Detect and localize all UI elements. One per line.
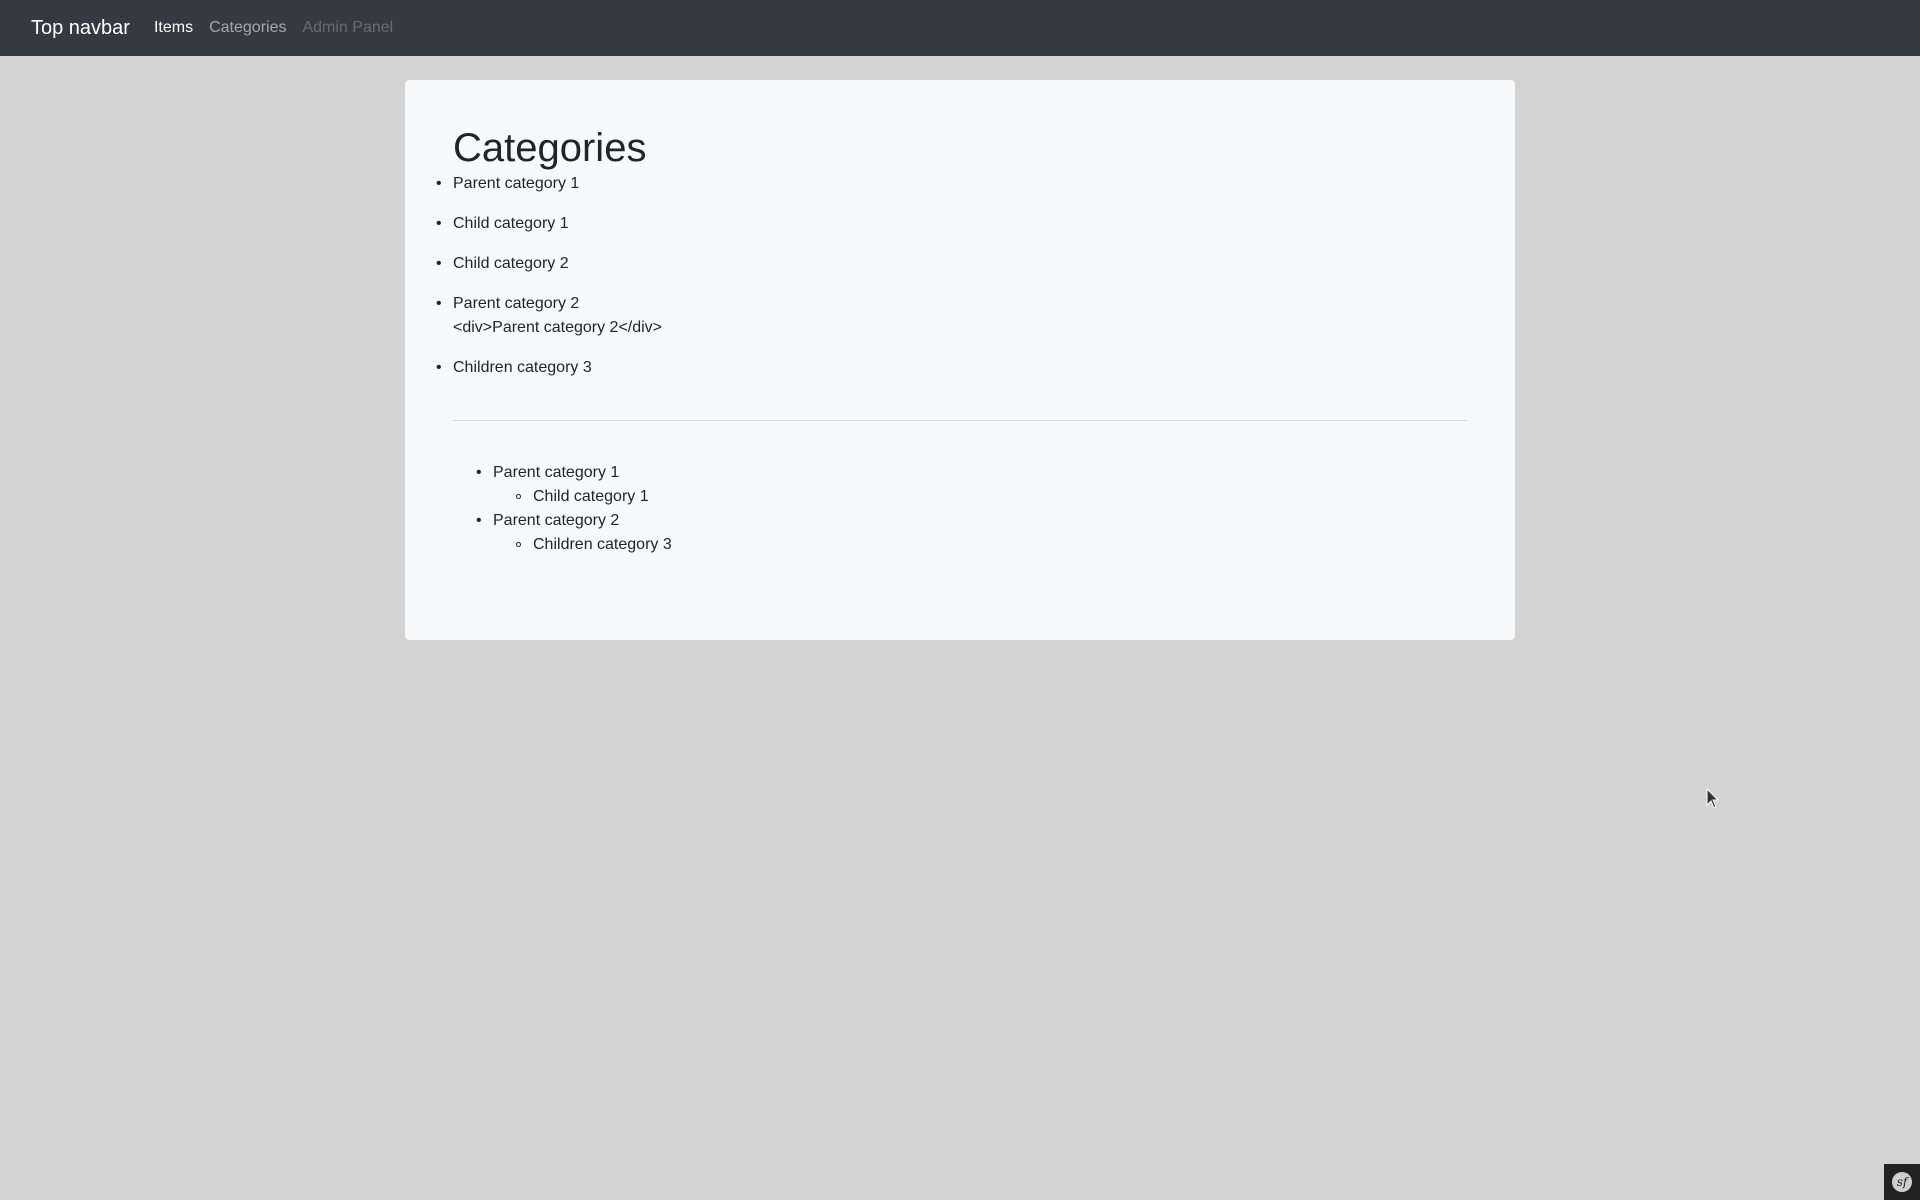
bullet-icon: •: [476, 464, 482, 481]
list-item-label: Child category 1: [453, 215, 569, 232]
bullet-icon: •: [436, 215, 442, 232]
tree-child-label: Children category 3: [533, 536, 672, 553]
list-item-raw-html: <div>Parent category 2</div>: [453, 319, 663, 336]
bullet-icon: •: [476, 512, 482, 529]
list-item: • Children category 3: [436, 356, 1467, 380]
tree-child-item: Child category 1: [493, 485, 1467, 509]
tree-parent-item: • Parent category 1: [476, 461, 1467, 485]
navbar-brand[interactable]: Top navbar: [31, 18, 130, 38]
list-item-label: Parent category 1: [453, 175, 580, 192]
category-tree: • Parent category 1 Child category 1 • P…: [453, 461, 1467, 557]
list-item-label: Children category 3: [453, 359, 592, 376]
symfony-toolbar-toggle[interactable]: sf: [1884, 1164, 1920, 1200]
mouse-cursor-icon: [1706, 788, 1720, 809]
list-item-label: Parent category 2: [453, 295, 580, 312]
bullet-icon: •: [436, 175, 442, 192]
list-item: • Child category 2: [436, 252, 1467, 276]
bullet-icon: •: [436, 359, 442, 376]
section-divider: [453, 420, 1467, 421]
circle-bullet-icon: [516, 542, 521, 547]
flat-category-list: • Parent category 1 • Child category 1 •…: [436, 172, 1467, 380]
symfony-logo-icon: sf: [1892, 1172, 1912, 1192]
top-navbar: Top navbar Items Categories Admin Panel: [0, 0, 1920, 56]
bullet-icon: •: [436, 295, 442, 312]
list-item: • Child category 1: [436, 212, 1467, 236]
tree-child-label: Child category 1: [533, 488, 649, 505]
list-item: • Parent category 2 <div>Parent category…: [436, 292, 1467, 340]
circle-bullet-icon: [516, 494, 521, 499]
nav-link-categories[interactable]: Categories: [209, 20, 286, 36]
tree-parent-label: Parent category 2: [493, 512, 620, 529]
bullet-icon: •: [436, 255, 442, 272]
tree-parent-label: Parent category 1: [493, 464, 620, 481]
tree-parent-item: • Parent category 2: [476, 509, 1467, 533]
page-title: Categories: [453, 126, 647, 170]
list-item-label: Child category 2: [453, 255, 569, 272]
nav-link-items[interactable]: Items: [154, 20, 193, 36]
nav-link-admin-panel: Admin Panel: [302, 19, 394, 36]
tree-child-item: Children category 3: [493, 533, 1467, 557]
content-card: Categories • Parent category 1 • Child c…: [405, 80, 1515, 640]
list-item: • Parent category 1: [436, 172, 1467, 196]
